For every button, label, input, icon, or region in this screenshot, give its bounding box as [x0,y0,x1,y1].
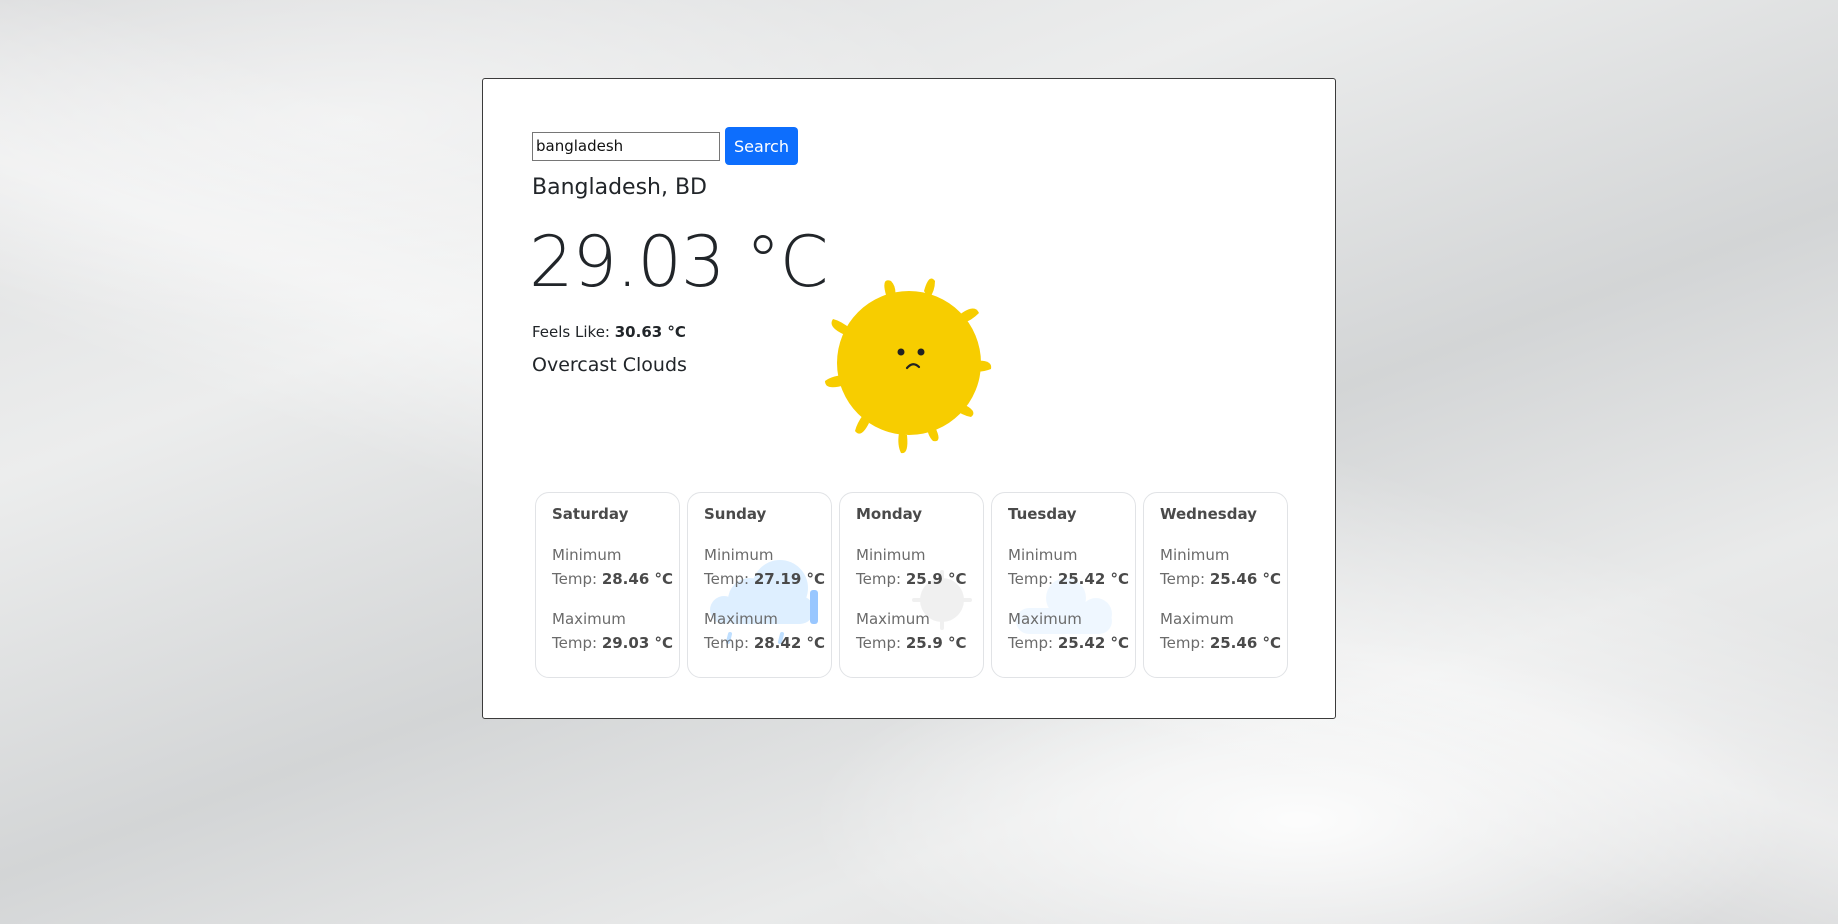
forecast-day: Saturday [552,505,629,523]
max-temp-block: Maximum Temp: 25.42 °C [1008,607,1135,655]
min-temp-line: Temp: 25.46 °C [1160,567,1287,591]
max-temp-line: Temp: 25.9 °C [856,631,983,655]
forecast-card: Saturday Minimum Temp: 28.46 °C Maximum … [535,492,680,678]
max-temp-block: Maximum Temp: 29.03 °C [552,607,679,655]
location-title: Bangladesh, BD [532,175,708,200]
search-input[interactable] [532,131,720,161]
weather-card: Search Bangladesh, BD 29.03 °C Feels Lik… [482,78,1336,719]
min-temp-value: 25.46 °C [1209,570,1281,588]
max-label: Maximum [704,610,778,628]
forecast-day: Wednesday [1160,505,1257,523]
forecast-day: Monday [856,505,923,523]
max-temp-value: 29.03 °C [601,634,673,652]
forecast-day: Sunday [704,505,767,523]
max-temp-line: Temp: 29.03 °C [552,631,679,655]
min-prefix: Temp: [704,570,754,588]
search-button[interactable]: Search [725,127,798,165]
min-temp-block: Minimum Temp: 25.9 °C [856,543,983,591]
max-label: Maximum [856,610,930,628]
max-temp-value: 25.42 °C [1057,634,1129,652]
max-label: Maximum [1008,610,1082,628]
max-temp-value: 25.46 °C [1209,634,1281,652]
min-prefix: Temp: [552,570,602,588]
forecast-day: Tuesday [1008,505,1077,523]
feels-like-value: 30.63 °C [614,323,686,341]
min-label: Minimum [704,546,774,564]
min-prefix: Temp: [1160,570,1210,588]
max-prefix: Temp: [856,634,906,652]
max-temp-block: Maximum Temp: 25.46 °C [1160,607,1287,655]
forecast-card: Tuesday Minimum Temp: 25.42 °C Maximum T… [991,492,1136,678]
min-prefix: Temp: [856,570,906,588]
sad-sun-icon [825,278,992,454]
feels-like: Feels Like: 30.63 °C [532,323,686,341]
max-temp-block: Maximum Temp: 25.9 °C [856,607,983,655]
min-label: Minimum [552,546,622,564]
max-temp-value: 25.9 °C [905,634,967,652]
forecast-card: Monday Minimum Temp: 25.9 °C Maximum Tem… [839,492,984,678]
max-prefix: Temp: [1008,634,1058,652]
min-temp-value: 28.46 °C [601,570,673,588]
min-temp-block: Minimum Temp: 27.19 °C [704,543,831,591]
min-temp-line: Temp: 27.19 °C [704,567,831,591]
max-label: Maximum [552,610,626,628]
max-temp-value: 28.42 °C [753,634,825,652]
min-temp-value: 25.9 °C [905,570,967,588]
min-temp-value: 25.42 °C [1057,570,1129,588]
max-temp-block: Maximum Temp: 28.42 °C [704,607,831,655]
min-temp-line: Temp: 25.42 °C [1008,567,1135,591]
min-temp-value: 27.19 °C [753,570,825,588]
min-label: Minimum [1008,546,1078,564]
max-label: Maximum [1160,610,1234,628]
min-label: Minimum [1160,546,1230,564]
min-label: Minimum [856,546,926,564]
min-temp-line: Temp: 28.46 °C [552,567,679,591]
max-prefix: Temp: [552,634,602,652]
weather-description: Overcast Clouds [532,354,687,376]
forecast-card: Wednesday Minimum Temp: 25.46 °C Maximum… [1143,492,1288,678]
min-temp-block: Minimum Temp: 25.46 °C [1160,543,1287,591]
forecast-card: Sunday Minimum Temp: 27.19 °C Maximum Te… [687,492,832,678]
max-temp-line: Temp: 25.42 °C [1008,631,1135,655]
max-prefix: Temp: [704,634,754,652]
max-temp-line: Temp: 28.42 °C [704,631,831,655]
feels-like-label: Feels Like: [532,323,615,341]
min-temp-block: Minimum Temp: 25.42 °C [1008,543,1135,591]
max-prefix: Temp: [1160,634,1210,652]
min-temp-block: Minimum Temp: 28.46 °C [552,543,679,591]
min-temp-line: Temp: 25.9 °C [856,567,983,591]
search-bar: Search [532,127,798,165]
min-prefix: Temp: [1008,570,1058,588]
current-temperature: 29.03 °C [529,221,829,303]
max-temp-line: Temp: 25.46 °C [1160,631,1287,655]
forecast-list: Saturday Minimum Temp: 28.46 °C Maximum … [535,492,1288,678]
